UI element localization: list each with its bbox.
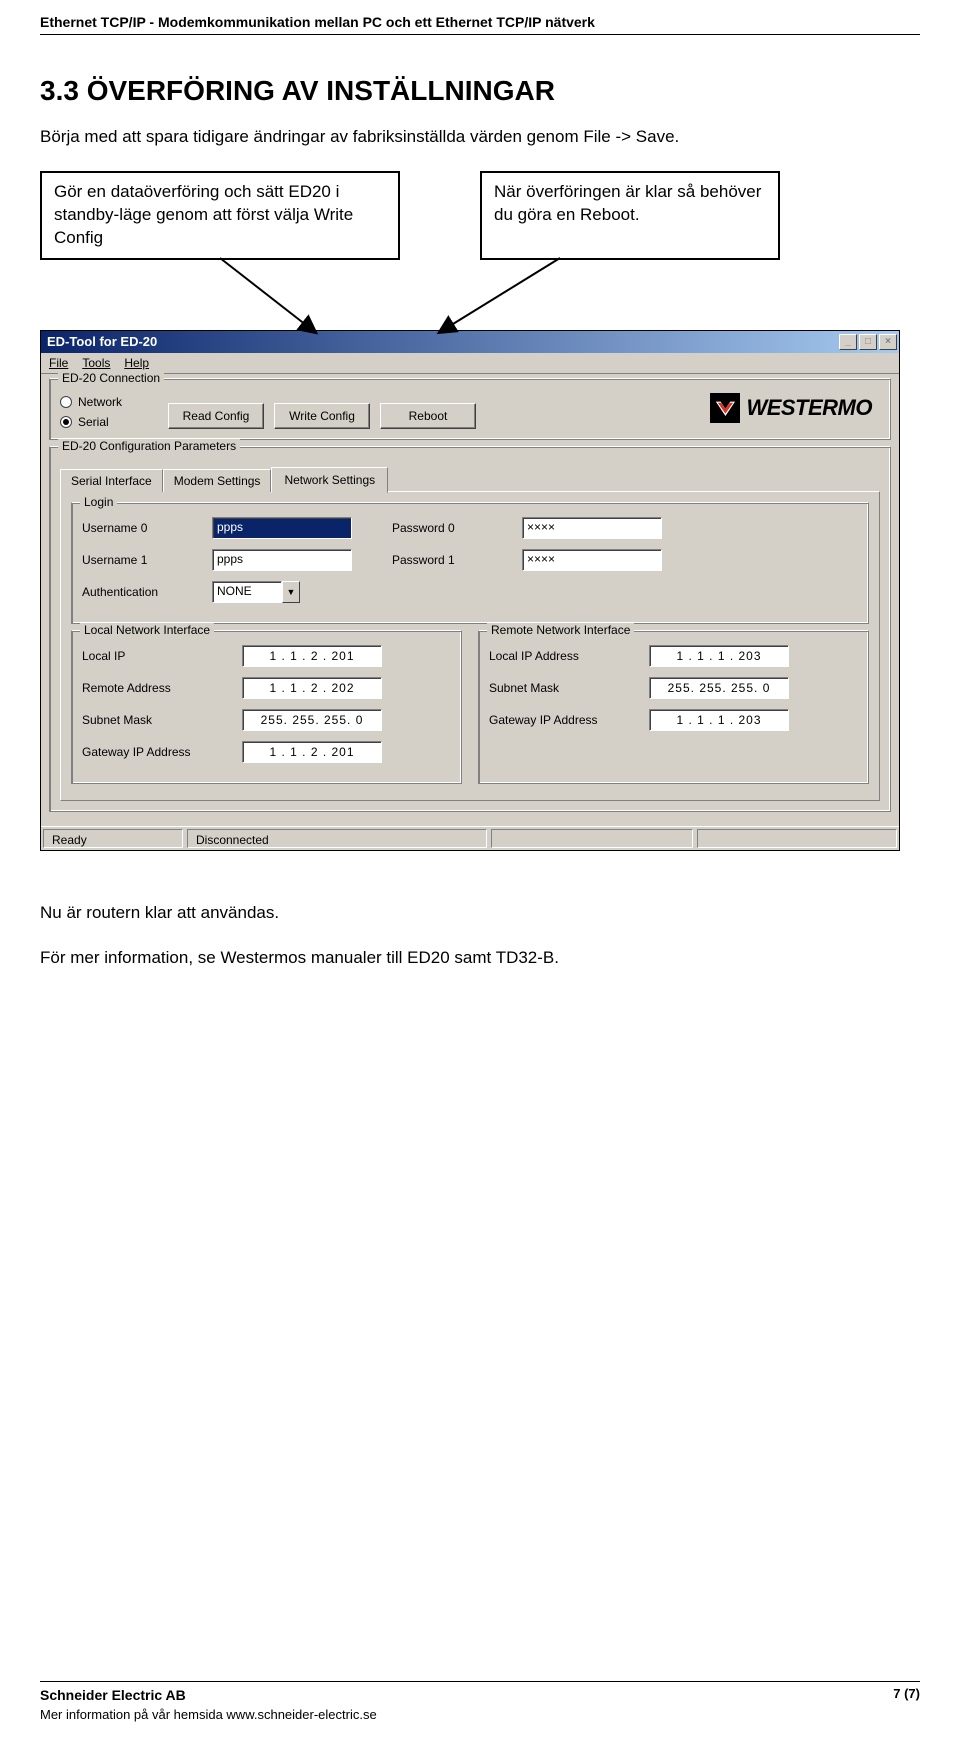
closing-paragraph-2: För mer information, se Westermos manual… [40, 946, 920, 970]
remote-gateway-label: Gateway IP Address [489, 713, 639, 727]
intro-paragraph: Börja med att spara tidigare ändringar a… [40, 125, 920, 149]
status-cell-3 [491, 829, 693, 848]
menu-tools[interactable]: Tools [82, 356, 110, 370]
authentication-value: NONE [212, 581, 282, 603]
radio-serial-label: Serial [78, 415, 109, 429]
group-config-params-title: ED-20 Configuration Parameters [58, 439, 240, 453]
username0-input[interactable]: ppps [212, 517, 352, 539]
chevron-down-icon[interactable]: ▼ [282, 581, 300, 603]
password0-label: Password 0 [392, 521, 512, 535]
tab-modem-settings[interactable]: Modem Settings [163, 469, 272, 492]
footer-info: Mer information på vår hemsida www.schne… [40, 1706, 377, 1724]
group-remote-interface-title: Remote Network Interface [487, 623, 634, 637]
remote-address-input[interactable]: 1 . 1 . 2 . 202 [242, 677, 382, 699]
group-config-params: ED-20 Configuration Parameters Serial In… [49, 446, 891, 812]
menu-help[interactable]: Help [124, 356, 149, 370]
status-bar: Ready Disconnected [41, 826, 899, 850]
menu-file[interactable]: File [49, 356, 68, 370]
local-subnet-label: Subnet Mask [82, 713, 232, 727]
remote-gateway-input[interactable]: 1 . 1 . 1 . 203 [649, 709, 789, 731]
local-gateway-label: Gateway IP Address [82, 745, 232, 759]
password1-input[interactable]: ×××× [522, 549, 662, 571]
group-remote-interface: Remote Network Interface Local IP Addres… [478, 630, 869, 784]
local-subnet-input[interactable]: 255. 255. 255. 0 [242, 709, 382, 731]
username0-label: Username 0 [82, 521, 202, 535]
group-login-title: Login [80, 495, 117, 509]
authentication-dropdown[interactable]: NONE ▼ [212, 581, 300, 603]
group-login: Login Username 0 ppps Password 0 ×××× Us… [71, 502, 869, 624]
page-footer: Schneider Electric AB Mer information på… [0, 1681, 960, 1742]
footer-company: Schneider Electric AB [40, 1686, 377, 1706]
authentication-label: Authentication [82, 585, 202, 599]
radio-serial-dot [60, 416, 72, 428]
footer-divider [40, 1681, 920, 1682]
group-local-interface-title: Local Network Interface [80, 623, 214, 637]
callout-write-config: Gör en dataöverföring och sätt ED20 i st… [40, 171, 400, 260]
group-connection-title: ED-20 Connection [58, 371, 164, 385]
radio-network[interactable]: Network [60, 395, 150, 409]
radio-serial[interactable]: Serial [60, 415, 150, 429]
westermo-logo-text: WESTERMO [746, 395, 872, 421]
username1-label: Username 1 [82, 553, 202, 567]
password1-label: Password 1 [392, 553, 512, 567]
reboot-button[interactable]: Reboot [380, 403, 476, 429]
header-divider [40, 34, 920, 35]
tab-network-settings[interactable]: Network Settings [271, 467, 388, 493]
radio-network-dot [60, 396, 72, 408]
read-config-button[interactable]: Read Config [168, 403, 264, 429]
remote-local-ip-label: Local IP Address [489, 649, 639, 663]
status-cell-4 [697, 829, 897, 848]
status-ready: Ready [43, 829, 183, 848]
menu-bar: File Tools Help [41, 353, 899, 374]
tabs: Serial Interface Modem Settings Network … [60, 467, 880, 492]
tab-panel-network: Login Username 0 ppps Password 0 ×××× Us… [60, 491, 880, 801]
username1-input[interactable]: ppps [212, 549, 352, 571]
remote-address-label: Remote Address [82, 681, 232, 695]
local-ip-label: Local IP [82, 649, 232, 663]
tab-serial-interface[interactable]: Serial Interface [60, 469, 163, 492]
group-local-interface: Local Network Interface Local IP 1 . 1 .… [71, 630, 462, 784]
local-gateway-input[interactable]: 1 . 1 . 2 . 201 [242, 741, 382, 763]
westermo-logo: WESTERMO [710, 393, 880, 423]
remote-subnet-input[interactable]: 255. 255. 255. 0 [649, 677, 789, 699]
local-ip-input[interactable]: 1 . 1 . 2 . 201 [242, 645, 382, 667]
app-window: ED-Tool for ED-20 _ □ × File Tools Help … [40, 330, 900, 851]
callout-arrows [40, 260, 920, 330]
closing-paragraph-1: Nu är routern klar att användas. [40, 901, 920, 925]
write-config-button[interactable]: Write Config [274, 403, 370, 429]
callout-reboot: När överföringen är klar så behöver du g… [480, 171, 780, 260]
section-heading: 3.3 ÖVERFÖRING AV INSTÄLLNINGAR [40, 75, 920, 107]
radio-network-label: Network [78, 395, 122, 409]
page-header-title: Ethernet TCP/IP - Modemkommunikation mel… [0, 0, 960, 34]
westermo-logo-icon [710, 393, 740, 423]
password0-input[interactable]: ×××× [522, 517, 662, 539]
group-connection: ED-20 Connection Network Serial Read [49, 378, 891, 440]
remote-subnet-label: Subnet Mask [489, 681, 639, 695]
remote-local-ip-input[interactable]: 1 . 1 . 1 . 203 [649, 645, 789, 667]
status-connection: Disconnected [187, 829, 487, 848]
footer-page-number: 7 (7) [893, 1686, 920, 1724]
